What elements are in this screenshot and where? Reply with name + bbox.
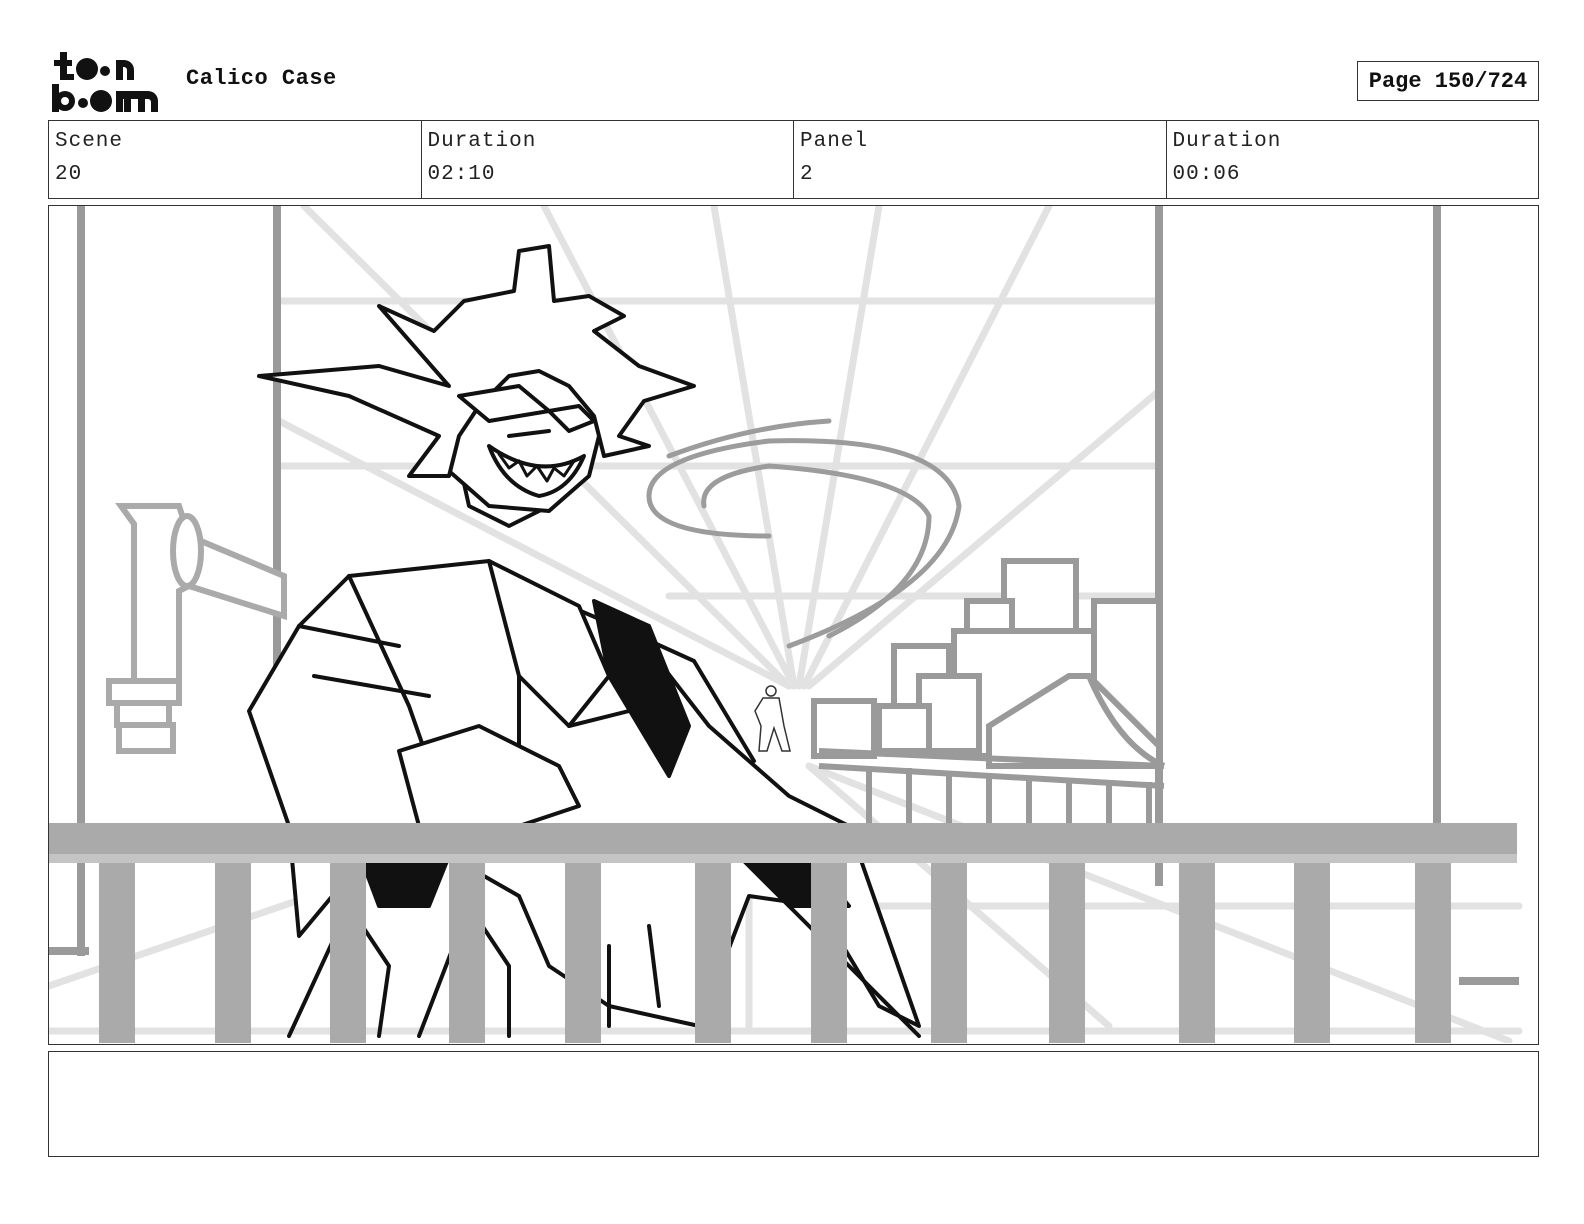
- scene-duration-cell: Duration 02:10: [422, 121, 794, 198]
- scene-duration-value: 02:10: [427, 163, 496, 186]
- storyboard-panel: [48, 205, 1539, 1045]
- page-number-badge: Page 150/724: [1357, 61, 1539, 101]
- panel-cell: Panel 2: [794, 121, 1167, 198]
- panel-value: 2: [800, 163, 814, 186]
- railing-shading: [49, 854, 1517, 863]
- project-title: Calico Case: [186, 66, 337, 91]
- toonboom-logo: [52, 52, 158, 112]
- distant-figure: [754, 685, 791, 752]
- scene-label: Scene: [55, 130, 124, 153]
- panel-notes-box: [48, 1051, 1539, 1157]
- storyboard-sketch: [49, 206, 1523, 1043]
- panel-label: Panel: [800, 130, 869, 153]
- scene-cell: Scene 20: [49, 121, 422, 198]
- panel-duration-cell: Duration 00:06: [1167, 121, 1539, 198]
- panel-duration-label: Duration: [1172, 130, 1282, 153]
- wind-swirl: [646, 418, 962, 649]
- scene-duration-label: Duration: [427, 130, 537, 153]
- distant-buildings: [811, 558, 1162, 769]
- panel-duration-value: 00:06: [1172, 163, 1241, 186]
- scene-value: 20: [55, 163, 83, 186]
- scene-info-table: Scene 20 Duration 02:10 Panel 2 Duration…: [48, 120, 1539, 199]
